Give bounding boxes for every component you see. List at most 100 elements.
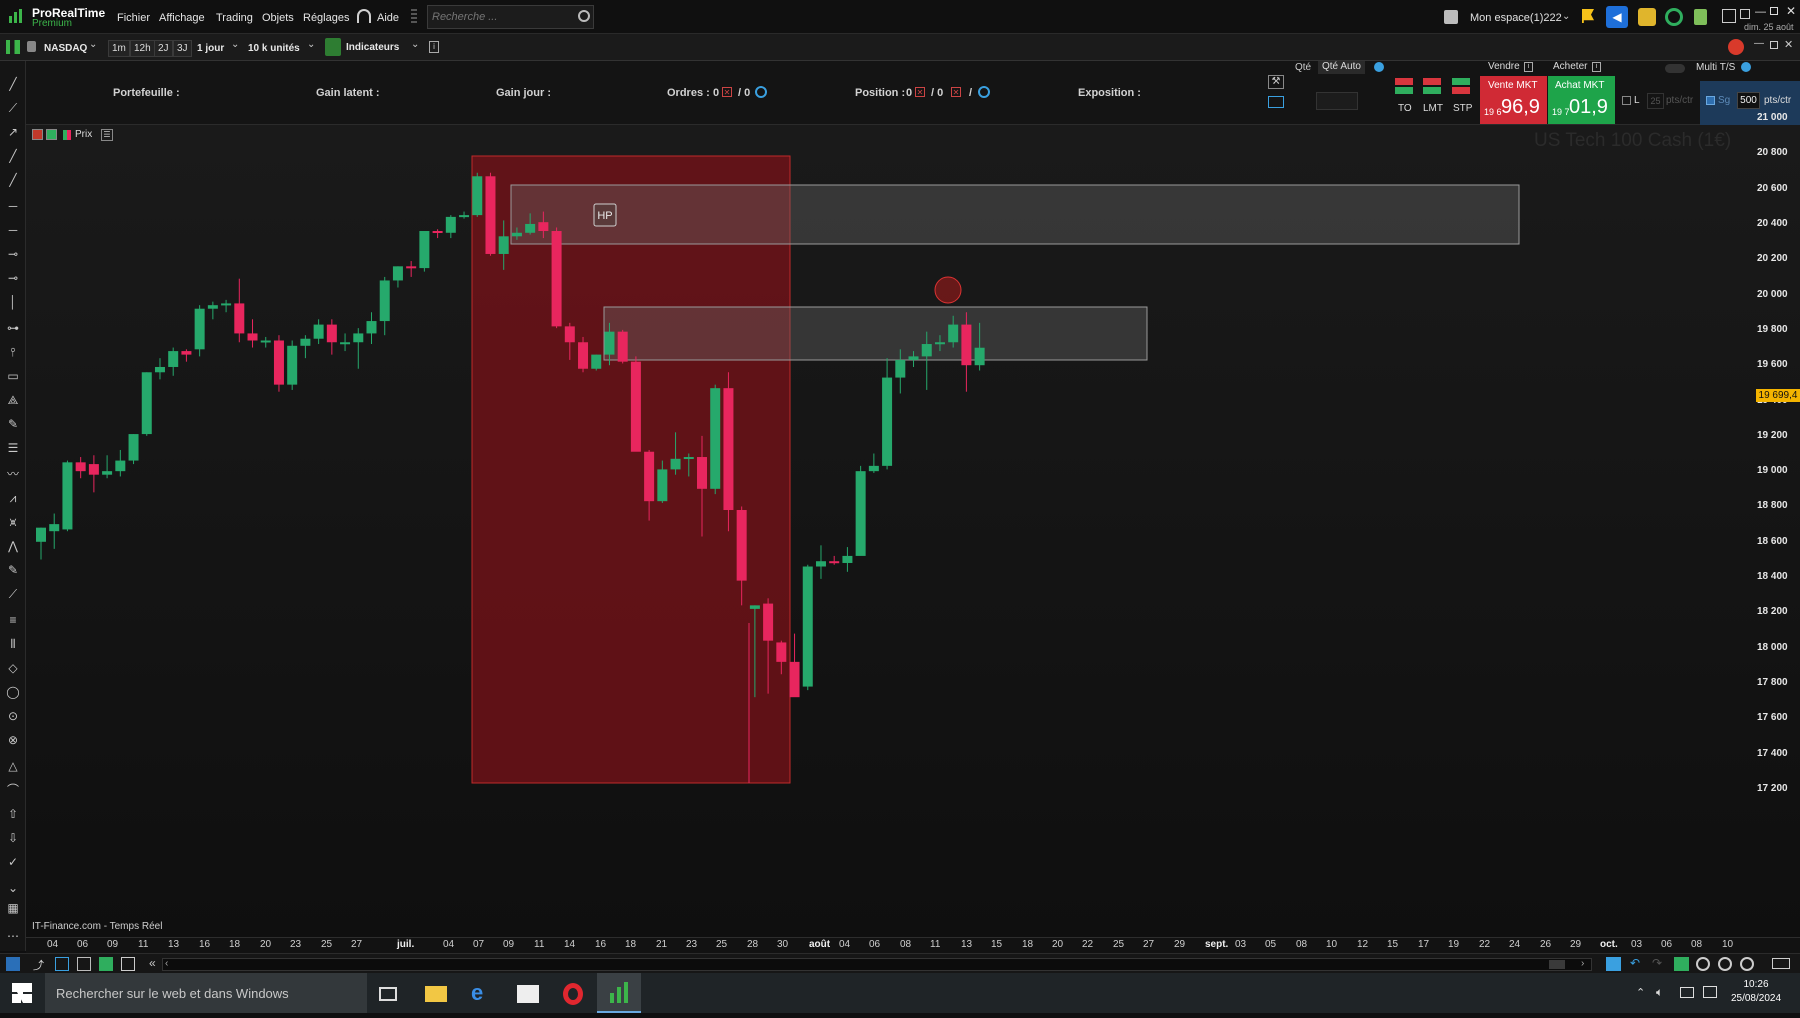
candle-body[interactable] xyxy=(248,333,258,340)
order-stp-icon[interactable] xyxy=(1452,78,1470,94)
arrow-tool-icon[interactable]: ↗ xyxy=(5,124,21,140)
store-icon[interactable] xyxy=(517,985,539,1003)
legend-color-icon[interactable] xyxy=(63,130,71,140)
texture-tool-icon[interactable]: ▦ xyxy=(5,900,21,916)
horizontal-line-icon[interactable]: ─ xyxy=(5,198,21,214)
legend-prix[interactable]: Prix xyxy=(75,129,92,140)
candle-body[interactable] xyxy=(710,388,720,489)
candle-body[interactable] xyxy=(750,605,760,609)
chart-type-icon[interactable] xyxy=(6,40,20,54)
legend-up-icon[interactable] xyxy=(32,129,43,140)
qty-auto-icon[interactable] xyxy=(1374,62,1384,72)
down-arrow-icon[interactable]: ⇩ xyxy=(5,830,21,846)
up-arrow-icon[interactable]: ⇧ xyxy=(5,806,21,822)
scrollbar-right-arrow[interactable]: › xyxy=(1581,958,1584,969)
multi-toggle-icon[interactable] xyxy=(1665,64,1685,73)
resistance-zone-lower[interactable] xyxy=(604,307,1147,360)
indicators-button[interactable]: Indicateurs xyxy=(346,42,399,53)
task-view-icon[interactable] xyxy=(379,987,397,1001)
wave-tool-icon[interactable]: 〰 xyxy=(5,466,21,482)
check-tool-icon[interactable]: ✓ xyxy=(5,854,21,870)
action-center-icon[interactable] xyxy=(1703,986,1717,998)
candle-body[interactable] xyxy=(644,452,654,501)
candle-body[interactable] xyxy=(842,556,852,563)
lock-icon[interactable] xyxy=(27,41,36,52)
target-tool-icon[interactable]: ⊗ xyxy=(5,732,21,748)
vertical-measure-icon[interactable]: ⫯ xyxy=(5,344,21,360)
candle-body[interactable] xyxy=(869,466,879,471)
candle-body[interactable] xyxy=(538,222,548,231)
qty-auto-toggle[interactable]: Qté Auto xyxy=(1318,61,1365,74)
horizontal-segment-icon[interactable]: ⊸ xyxy=(5,246,21,262)
sync-icon[interactable] xyxy=(1665,8,1683,26)
zoom-out-icon[interactable] xyxy=(1718,957,1732,971)
trend-tool-icon[interactable]: ⟋ xyxy=(5,586,21,602)
limit-input[interactable]: 25 xyxy=(1647,93,1664,109)
arc-tool-icon[interactable]: ⌒ xyxy=(5,782,21,798)
gann-tool-icon[interactable]: ⫴ xyxy=(5,636,21,652)
candle-body[interactable] xyxy=(300,339,310,346)
legend-down-icon[interactable] xyxy=(46,129,57,140)
order-to-label[interactable]: TO xyxy=(1398,103,1412,114)
more-tools-icon[interactable]: ⌄ xyxy=(5,880,21,896)
legend-list-icon[interactable]: ☰ xyxy=(101,129,113,141)
units-selector[interactable]: 10 k unités xyxy=(248,43,300,54)
volume-icon[interactable]: 🔈︎ xyxy=(1656,985,1663,1000)
candle-body[interactable] xyxy=(76,462,86,471)
fan-icon[interactable]: ⟁ xyxy=(5,392,21,408)
candle-body[interactable] xyxy=(62,462,72,529)
candle-body[interactable] xyxy=(340,342,350,344)
candle-body[interactable] xyxy=(578,342,588,368)
candle-body[interactable] xyxy=(856,471,866,556)
order-stp-label[interactable]: STP xyxy=(1453,103,1472,114)
menu-fichier[interactable]: Fichier xyxy=(117,12,150,24)
ray-tool-icon[interactable]: ╱ xyxy=(5,148,21,164)
limit-checkbox[interactable] xyxy=(1622,96,1631,105)
opera-icon[interactable] xyxy=(563,983,583,1005)
segment-tool-icon[interactable]: ⟋ xyxy=(5,100,21,116)
candle-body[interactable] xyxy=(671,459,681,470)
candle-body[interactable] xyxy=(763,604,773,641)
prorealtime-task-icon[interactable] xyxy=(597,973,641,1013)
tray-chevron-icon[interactable]: ⌃ xyxy=(1636,986,1645,999)
orders-settings-icon[interactable] xyxy=(755,86,767,98)
candle-body[interactable] xyxy=(604,332,614,355)
qty-input[interactable] xyxy=(1316,92,1358,110)
candle-body[interactable] xyxy=(208,305,218,309)
menu-objets[interactable]: Objets xyxy=(262,12,294,24)
draw-mode-icon[interactable] xyxy=(6,957,20,971)
candle-body[interactable] xyxy=(274,340,284,384)
candle-body[interactable] xyxy=(816,561,826,566)
candle-body[interactable] xyxy=(129,434,139,460)
zoom-in-icon[interactable] xyxy=(1740,957,1754,971)
order-lmt-icon[interactable] xyxy=(1423,78,1441,94)
candle-body[interactable] xyxy=(314,325,324,339)
candle-body[interactable] xyxy=(221,303,231,305)
extended-line-icon[interactable]: ╱ xyxy=(5,172,21,188)
horizontal-ray-icon[interactable]: ─ xyxy=(5,222,21,238)
ruler-icon[interactable]: ▭ xyxy=(5,368,21,384)
candle-body[interactable] xyxy=(102,471,112,475)
candle-body[interactable] xyxy=(367,321,377,333)
add-chart-icon[interactable] xyxy=(99,957,113,971)
candle-body[interactable] xyxy=(419,231,429,268)
screenshot-icon[interactable] xyxy=(55,957,69,971)
maximize-icon[interactable] xyxy=(1770,7,1778,15)
minimize-icon[interactable]: — xyxy=(1755,6,1766,18)
line-tool-icon[interactable]: ╱ xyxy=(5,76,21,92)
candle-body[interactable] xyxy=(961,325,971,366)
buy-market-button[interactable]: Achat MKT 19 7 01,9 xyxy=(1548,76,1615,124)
scroll-left-icon[interactable]: « xyxy=(149,956,156,970)
red-zone-rectangle[interactable] xyxy=(472,156,790,783)
menu-reglages[interactable]: Réglages xyxy=(303,12,349,24)
brush-tool-icon[interactable]: ✎ xyxy=(5,562,21,578)
units-chevron-icon[interactable]: ⌄ xyxy=(307,39,315,50)
candle-body[interactable] xyxy=(790,662,800,697)
pattern-tool-icon[interactable]: ⩘ xyxy=(5,490,21,506)
account-menu[interactable]: Mon espace(1)222 xyxy=(1470,12,1562,24)
candle-body[interactable] xyxy=(181,351,191,355)
candle-body[interactable] xyxy=(631,362,641,452)
panel-minimize-icon[interactable]: — xyxy=(1754,38,1764,49)
sell-market-button[interactable]: Vente MKT 19 6 96,9 xyxy=(1480,76,1547,124)
candle-body[interactable] xyxy=(49,524,59,531)
